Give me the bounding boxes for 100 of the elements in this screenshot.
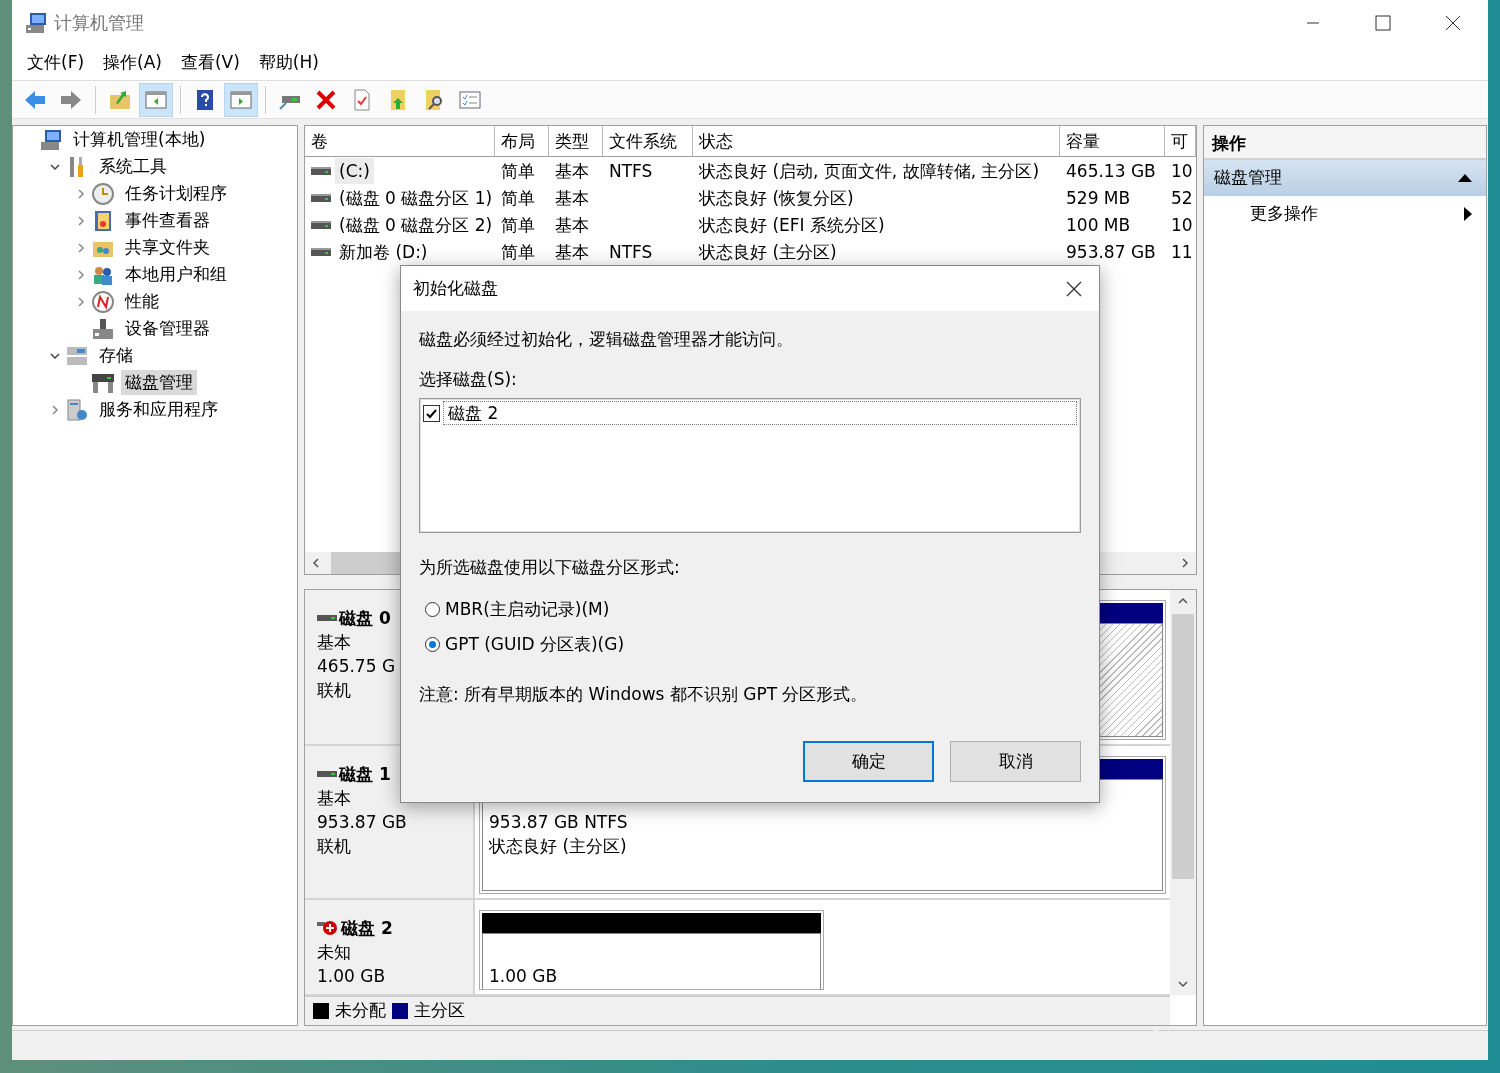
column-header[interactable]: 可: [1165, 126, 1196, 156]
scrollbar-thumb[interactable]: [1172, 614, 1194, 879]
table-cell-text: 简单: [500, 240, 536, 264]
chevron-right-icon[interactable]: [49, 403, 61, 416]
pane-title: 操作: [1204, 126, 1486, 160]
table-cell-text: 新加卷 (D:): [338, 240, 429, 264]
chevron-right-icon[interactable]: [75, 241, 87, 254]
chevron-right-icon[interactable]: [75, 268, 87, 281]
section-header[interactable]: 磁盘管理: [1214, 165, 1282, 191]
tree-item[interactable]: 性能: [121, 289, 163, 314]
table-cell-text: 简单: [500, 159, 536, 183]
table-cell-text: 基本: [554, 240, 590, 264]
drive-icon: [311, 220, 331, 229]
tree-item[interactable]: 设备管理器: [121, 316, 214, 341]
disk-info: 1.00 GB: [317, 965, 386, 988]
table-cell-text: (磁盘 0 磁盘分区 2): [338, 213, 494, 237]
table-cell-text: NTFS: [608, 240, 654, 264]
menu-item[interactable]: 操作(A): [94, 49, 172, 76]
tree-item[interactable]: 本地用户和组: [121, 262, 231, 287]
clock-icon: [91, 181, 115, 206]
tree-item[interactable]: 共享文件夹: [121, 235, 214, 260]
table-cell-text: 10: [1170, 159, 1194, 183]
close-icon[interactable]: [1445, 14, 1461, 31]
table-cell-text: (磁盘 0 磁盘分区 1): [338, 186, 494, 210]
table-cell-text: 简单: [500, 186, 536, 210]
close-icon[interactable]: [1065, 279, 1083, 298]
column-header[interactable]: 布局: [495, 126, 549, 156]
table-cell-text: 基本: [554, 186, 590, 210]
column-header[interactable]: 文件系统: [603, 126, 693, 156]
table-cell-text: 953.87 GB: [1065, 240, 1157, 264]
action-item[interactable]: 更多操作: [1250, 201, 1318, 227]
table-cell-text: 状态良好 (EFI 系统分区): [698, 213, 886, 237]
device-icon: [91, 316, 115, 341]
collapse-icon[interactable]: [1458, 173, 1472, 183]
tree-item[interactable]: 计算机管理(本地): [69, 127, 210, 152]
disk-name: 磁盘 0: [339, 607, 391, 630]
field-label: 选择磁盘(S):: [419, 367, 518, 391]
menu-item[interactable]: 帮助(H): [249, 49, 329, 76]
disk-info: 未知: [317, 941, 351, 964]
table-cell-text: 状态良好 (启动, 页面文件, 故障转储, 主分区): [698, 159, 1041, 183]
column-header[interactable]: 状态: [693, 126, 1060, 156]
disk-info: 联机: [317, 835, 351, 858]
disk-info: 联机: [317, 679, 351, 702]
table-cell-text: 465.13 GB: [1065, 159, 1157, 183]
radio-button[interactable]: [425, 601, 440, 617]
partition-info: 状态良好 (主分区): [489, 835, 628, 858]
radio-label[interactable]: GPT (GUID 分区表)(G): [445, 632, 625, 658]
legend-label: 主分区: [414, 999, 465, 1023]
partition-info: 1.00 GB: [489, 965, 559, 988]
dialog-button[interactable]: 取消: [950, 741, 1081, 782]
table-cell-text: NTFS: [608, 159, 654, 183]
drive-icon: [311, 193, 331, 202]
radio-label[interactable]: MBR(主启动记录)(M): [445, 596, 610, 622]
table-cell-text: 100 MB: [1065, 213, 1132, 237]
tree-item[interactable]: 磁盘管理: [121, 370, 197, 395]
table-cell-text: 状态良好 (恢复分区): [698, 186, 855, 210]
partition-block[interactable]: 1.00 GB: [479, 910, 824, 990]
chevron-right-icon[interactable]: [75, 295, 87, 308]
legend-label: 未分配: [335, 999, 386, 1023]
chevron-right-icon[interactable]: [75, 214, 87, 227]
table-cell: (C:): [335, 157, 374, 184]
partition-info: 953.87 GB NTFS: [489, 811, 629, 834]
dialog-message: 磁盘必须经过初始化，逻辑磁盘管理器才能访问。: [419, 328, 794, 351]
radio-button[interactable]: [425, 637, 440, 653]
tree-item[interactable]: 存储: [95, 343, 137, 368]
list-item[interactable]: 磁盘 2: [443, 401, 1077, 425]
scrollbar-thumb[interactable]: [331, 552, 401, 574]
menu-item[interactable]: 文件(F): [18, 49, 95, 76]
drive-icon: [311, 166, 331, 175]
disk-info: 953.87 GB: [317, 811, 407, 834]
table-cell-text: 简单: [500, 213, 536, 237]
note-text: 注意: 所有早期版本的 Windows 都不识别 GPT 分区形式。: [419, 682, 869, 706]
table-cell-text: 状态良好 (主分区): [698, 240, 838, 264]
tree-item[interactable]: 服务和应用程序: [95, 397, 222, 422]
dialog-title: 初始化磁盘: [413, 276, 498, 300]
disk-name: 磁盘 2: [341, 917, 393, 940]
tree-item[interactable]: 任务计划程序: [121, 181, 231, 206]
tree-item[interactable]: 事件查看器: [121, 208, 214, 233]
disk-name: 磁盘 1: [339, 763, 391, 786]
column-header[interactable]: 类型: [549, 126, 603, 156]
column-header[interactable]: 卷: [305, 126, 495, 156]
disk-info: 基本: [317, 631, 351, 654]
menu-item[interactable]: 查看(V): [171, 49, 250, 76]
gauge-icon: [91, 289, 115, 314]
disk-list[interactable]: 磁盘 2: [419, 398, 1081, 533]
table-cell-text: 52: [1170, 186, 1194, 210]
table-cell-text: 10: [1170, 213, 1194, 237]
submenu-arrow-icon[interactable]: [1464, 207, 1472, 221]
drive-icon: [311, 247, 331, 256]
disk-info: 基本: [317, 787, 351, 810]
maximize-icon[interactable]: [1375, 14, 1391, 31]
dialog-button[interactable]: 确定: [803, 741, 934, 782]
field-label: 为所选磁盘使用以下磁盘分区形式:: [419, 556, 681, 579]
column-header[interactable]: 容量: [1060, 126, 1165, 156]
computer-icon: [39, 127, 63, 152]
table-cell-text: 529 MB: [1065, 186, 1132, 210]
checkbox[interactable]: [423, 404, 440, 422]
server-icon: [65, 397, 89, 422]
tree-item[interactable]: 系统工具: [95, 154, 171, 179]
chevron-right-icon[interactable]: [75, 187, 87, 200]
